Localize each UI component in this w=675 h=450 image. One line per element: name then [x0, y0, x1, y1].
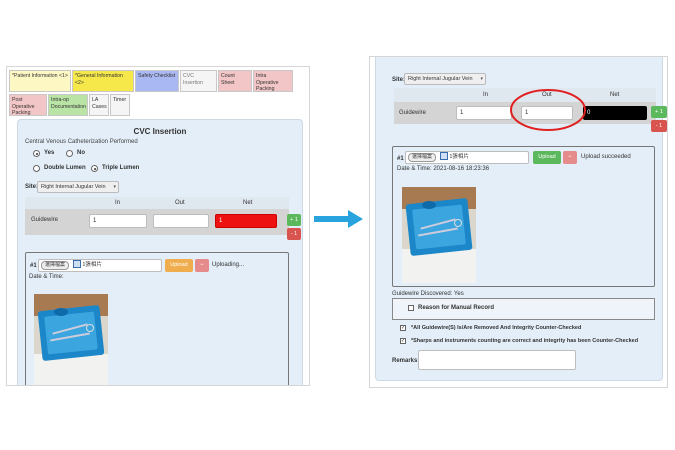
- minus-one-button-right[interactable]: - 1: [651, 120, 667, 132]
- radio-no[interactable]: [66, 150, 73, 157]
- tab-count-sheet[interactable]: Count Sheet: [218, 70, 252, 92]
- left-screenshot: *Patient Information <1> *General Inform…: [6, 66, 310, 386]
- radio-no-label: No: [77, 150, 85, 156]
- image-file-icon: [72, 260, 81, 269]
- chevron-down-icon: ▾: [113, 184, 116, 190]
- sharps-counted-label: *Sharps and instruments counting are cor…: [411, 338, 639, 344]
- reason-label: Reason for Manual Record: [418, 305, 495, 311]
- col-out-header: Out: [175, 200, 185, 206]
- row-label-guidewire: Guidewire: [31, 217, 59, 223]
- photo-index: #1: [30, 263, 37, 269]
- photo-index-right: #1: [397, 156, 404, 162]
- radio-triple-lumen-label: Triple Lumen: [102, 165, 140, 171]
- performed-label: Central Venous Catheterization Performed: [25, 139, 138, 145]
- file-count: 1張相片: [82, 262, 102, 268]
- site-select-value: Right Internal Jugular Vein: [41, 184, 106, 190]
- plus-one-button-right[interactable]: + 1: [651, 106, 667, 118]
- col-net-header: Net: [243, 200, 253, 206]
- tab-general-information[interactable]: *General Information <2>: [72, 70, 134, 92]
- remarks-field[interactable]: [418, 350, 576, 370]
- tab-cvc-insertion[interactable]: CVC Insertion: [180, 70, 217, 92]
- col-net-header-right: Net: [610, 92, 620, 98]
- image-file-icon: [439, 152, 448, 161]
- datetime-label: Date & Time:: [29, 274, 64, 280]
- site-select-value-right: Right Internal Jugular Vein: [408, 76, 473, 82]
- sharps-counted-checkbox[interactable]: ✓: [400, 338, 406, 344]
- guidewire-removed-label: *All Guidewire(S) Is/Are Removed And Int…: [411, 325, 582, 331]
- tab-la-cases[interactable]: LA Cases: [89, 94, 109, 116]
- radio-double-lumen-label: Double Lumen: [44, 165, 86, 171]
- col-in-header: In: [115, 200, 121, 206]
- guidewire-discovered: Guidewire Discovered: Yes: [392, 291, 464, 297]
- tab-post-operative-packing[interactable]: Post Operative Packing: [9, 94, 47, 116]
- net-field: 1: [215, 214, 277, 228]
- right-screenshot: Site: Right Internal Jugular Vein ▾ In O…: [369, 56, 668, 388]
- tab-patient-information[interactable]: *Patient Information <1>: [9, 70, 71, 92]
- uploaded-photo-right: [402, 187, 476, 283]
- highlight-ellipse: [510, 89, 586, 131]
- upload-status-right: Upload succeeded: [581, 154, 631, 160]
- minus-one-button[interactable]: - 1: [287, 228, 301, 240]
- arrow-head: [348, 210, 363, 228]
- guidewire-removed-checkbox[interactable]: ✓: [400, 325, 406, 331]
- col-in-header-right: In: [483, 92, 489, 98]
- choose-file-button[interactable]: 選擇檔案: [41, 261, 70, 270]
- file-input-right[interactable]: 選擇檔案 1張相片: [405, 151, 529, 164]
- site-select[interactable]: Right Internal Jugular Vein ▾: [37, 181, 119, 193]
- section-title: CVC Insertion: [133, 127, 187, 136]
- file-count-right: 1張相片: [449, 154, 469, 160]
- reason-checkbox[interactable]: [408, 305, 414, 311]
- file-input[interactable]: 選擇檔案 1張相片: [38, 259, 162, 272]
- choose-file-button-right[interactable]: 選擇檔案: [408, 153, 437, 162]
- highlight-circle: [510, 89, 586, 131]
- row-label-guidewire-right: Guidewire: [399, 110, 427, 116]
- tab-intra-op-documentation[interactable]: Intra-op Documentation: [48, 94, 88, 116]
- datetime-right: Date & Time: 2021-08-16 18:23:36: [397, 166, 490, 172]
- plus-one-button[interactable]: + 1: [287, 214, 301, 226]
- in-field-right[interactable]: 1: [456, 106, 512, 120]
- site-select-right[interactable]: Right Internal Jugular Vein ▾: [404, 73, 486, 85]
- uploaded-photo: [34, 294, 108, 385]
- out-field[interactable]: [153, 214, 209, 228]
- radio-triple-lumen[interactable]: [91, 165, 98, 172]
- remarks-label: Remarks:: [392, 358, 420, 364]
- chevron-down-icon: ▾: [480, 76, 483, 82]
- tab-safety-checklist[interactable]: Safety Checklist: [135, 70, 179, 92]
- remove-photo-button-right[interactable]: −: [563, 151, 577, 164]
- tab-intra-operative-packing[interactable]: Intra Operative Packing: [253, 70, 293, 92]
- radio-yes-label: Yes: [44, 150, 55, 156]
- in-field[interactable]: 1: [89, 214, 147, 228]
- net-field-right: 0: [583, 106, 647, 120]
- upload-status: Uploading...: [212, 262, 245, 268]
- tab-timer[interactable]: Timer: [110, 94, 130, 116]
- arrow-right-icon: [314, 210, 363, 228]
- radio-double-lumen[interactable]: [33, 165, 40, 172]
- remove-photo-button[interactable]: −: [195, 259, 209, 272]
- arrow-shaft: [314, 216, 350, 222]
- upload-button[interactable]: Upload: [165, 259, 193, 272]
- radio-yes[interactable]: [33, 150, 40, 157]
- upload-button-right[interactable]: Upload: [533, 151, 561, 164]
